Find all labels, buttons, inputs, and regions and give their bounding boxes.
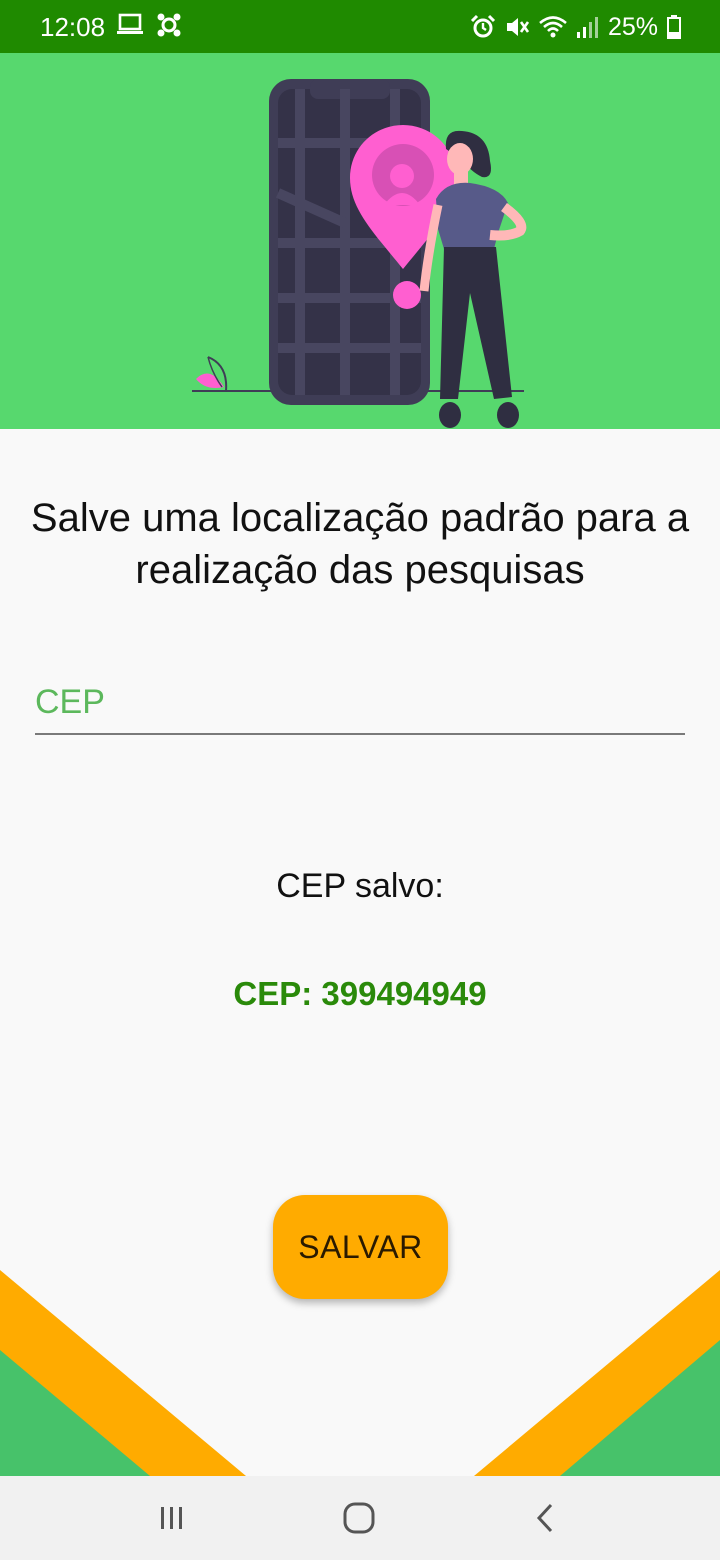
signal-icon [576,14,600,40]
status-right-icons: 25% [470,10,682,44]
laptop-icon [116,12,144,38]
mute-vibrate-icon [504,14,530,40]
battery-icon [666,14,682,40]
home-icon[interactable] [329,1494,389,1542]
saved-cep-label: CEP salvo: [276,867,444,905]
back-icon[interactable] [516,1494,576,1542]
status-bar: 12:08 25% [0,0,720,53]
status-left-icons [116,12,182,38]
navigation-bar [0,1476,720,1560]
cep-field [35,678,685,735]
status-time: 12:08 [40,12,106,42]
alarm-icon [470,14,496,40]
page-title: Salve uma localização padrão para a real… [30,496,690,592]
hero-banner [0,53,720,429]
saved-cep-value: CEP: 399494949 [233,975,487,1012]
wifi-icon [538,14,568,40]
recent-apps-icon[interactable] [142,1494,202,1542]
save-button[interactable]: SALVAR [273,1195,448,1299]
cep-input[interactable] [35,678,675,726]
battery-percent: 25% [607,13,658,41]
woman-with-phone-map-pin-illustration [192,79,527,428]
app-notification-icon [156,12,182,38]
